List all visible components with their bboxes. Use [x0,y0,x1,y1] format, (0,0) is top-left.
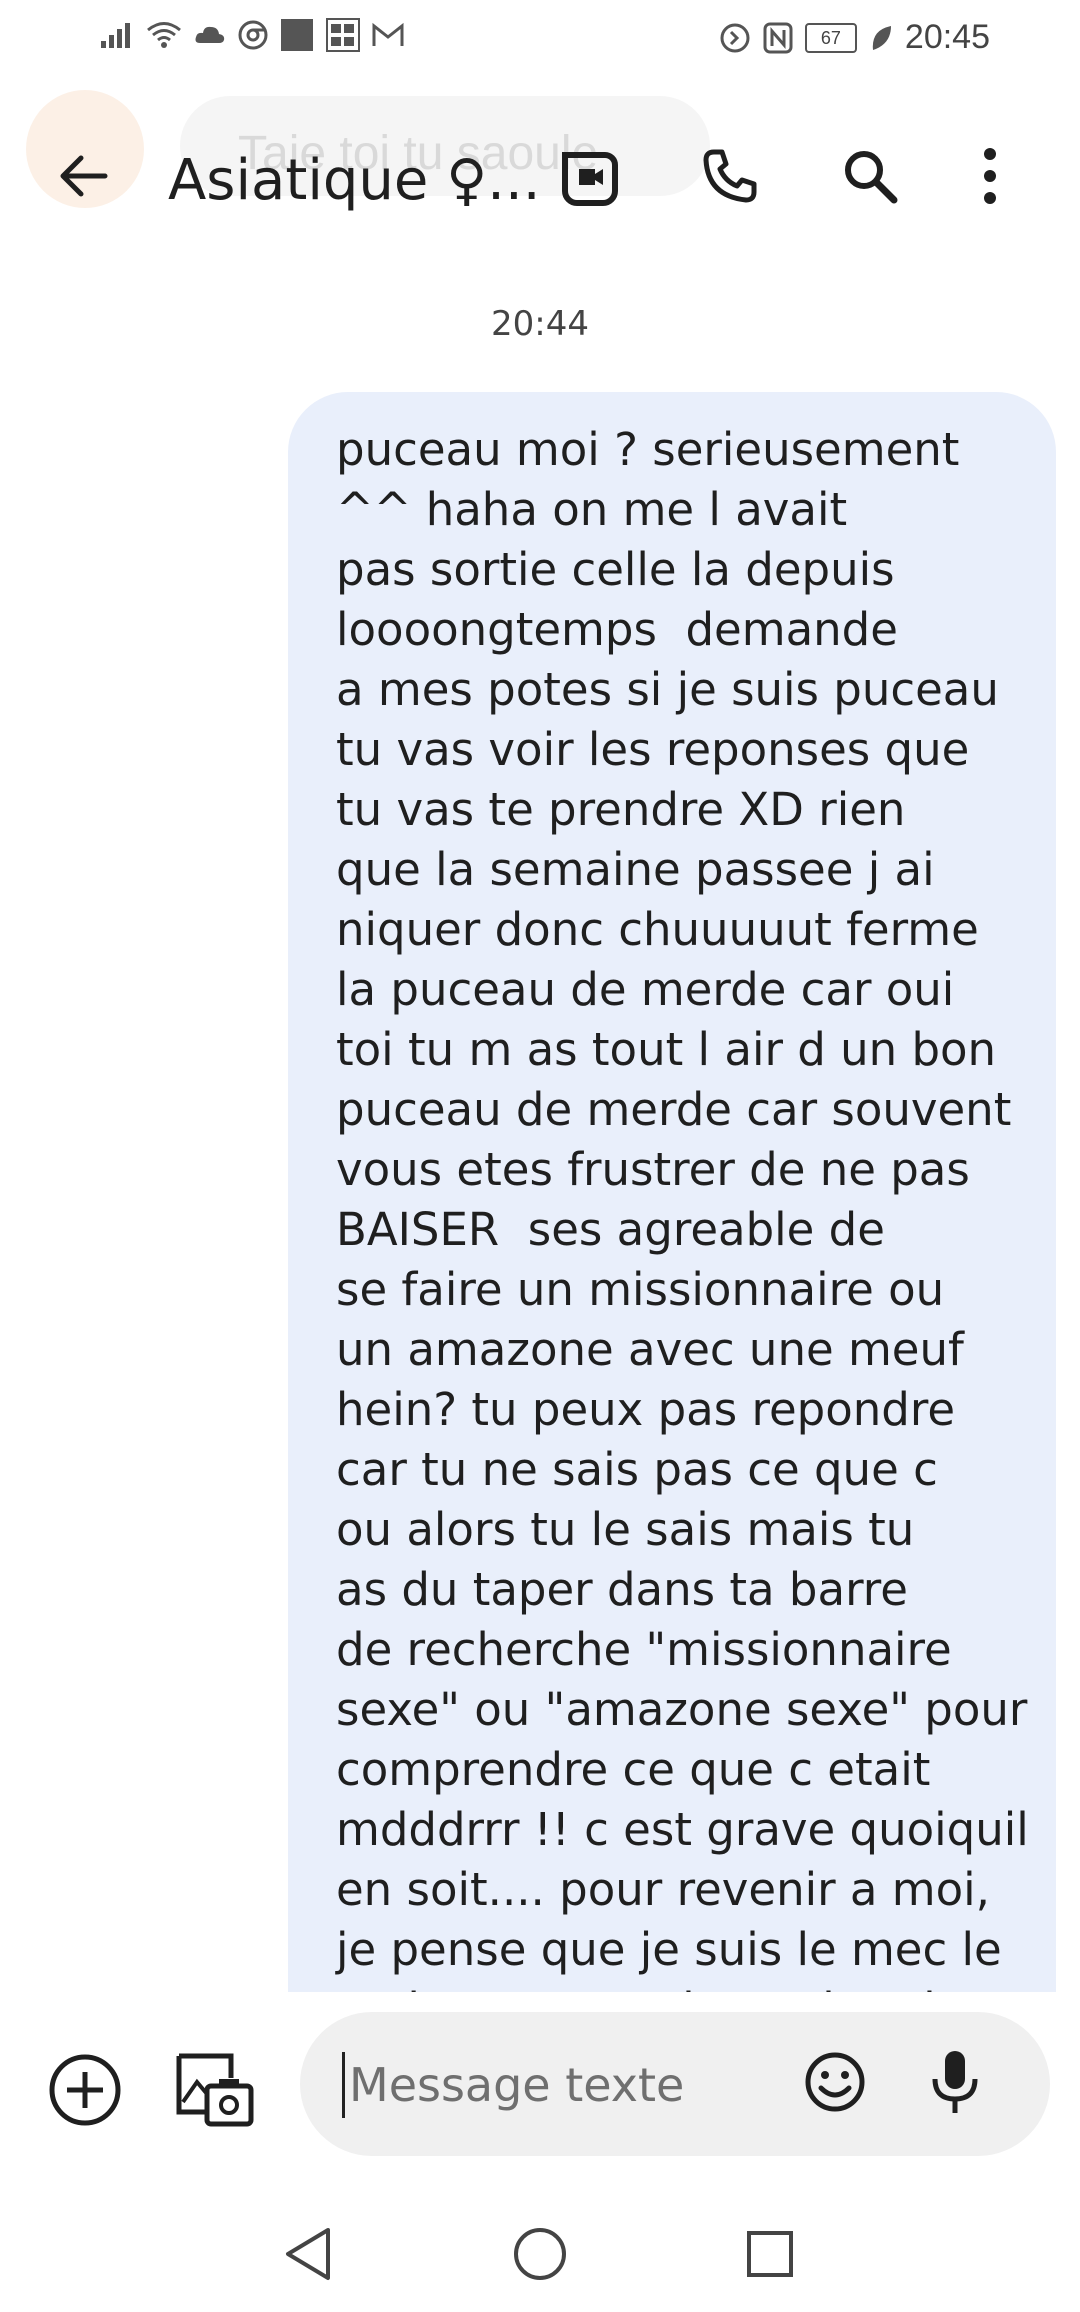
message-input-container [300,2012,1050,2156]
nfc-icon [763,22,793,54]
battery-icon: 67 [804,22,857,53]
mic-icon [931,2049,979,2119]
leaf-icon [869,24,893,52]
voice-button[interactable] [900,2004,1010,2164]
square-icon [280,18,314,52]
composer [0,2012,1080,2172]
nav-home-button[interactable] [480,2200,600,2312]
nav-home-icon [512,2226,568,2286]
search-icon [840,146,900,210]
app-bar: Asiatique ♀... [0,118,1080,238]
message-timestamp: 20:44 [491,304,589,344]
status-left [100,18,404,52]
nav-back-button[interactable] [248,2200,368,2312]
emoji-button[interactable] [780,2004,890,2164]
gmail-icon [372,22,404,48]
message-input[interactable] [342,2052,781,2118]
phone-icon [700,146,760,210]
status-time: 20:45 [904,18,990,56]
more-vert-icon [980,146,1000,210]
nav-recents-button[interactable] [710,2200,830,2312]
nav-back-icon [282,2226,334,2286]
system-nav-bar [0,2200,1080,2312]
search-button[interactable] [815,118,925,238]
data-saver-icon [719,22,751,54]
chrome-icon [238,20,268,50]
more-options-button[interactable] [935,118,1045,238]
conversation-title[interactable]: Asiatique ♀... [168,148,541,213]
nav-recents-icon [745,2229,795,2283]
wifi-icon [146,21,182,49]
signal-icon [100,21,134,49]
gallery-camera-icon [175,2052,255,2132]
cloud-icon [194,23,226,47]
video-call-button[interactable] [535,118,645,238]
attach-button[interactable] [30,2012,140,2172]
call-button[interactable] [675,118,785,238]
status-right: 67 20:45 [719,18,990,57]
video-call-icon [555,141,625,215]
back-button[interactable] [28,118,138,238]
status-bar: 67 20:45 [0,0,1080,80]
gallery-button[interactable] [160,2012,270,2172]
message-bubble[interactable]: puceau moi ? serieusement ^^ haha on me … [288,392,1056,1992]
back-arrow-icon [55,148,111,208]
add-circle-icon [47,2052,123,2132]
news-icon [326,18,360,52]
emoji-icon [803,2050,867,2118]
message-text: puceau moi ? serieusement ^^ haha on me … [336,423,1029,1992]
